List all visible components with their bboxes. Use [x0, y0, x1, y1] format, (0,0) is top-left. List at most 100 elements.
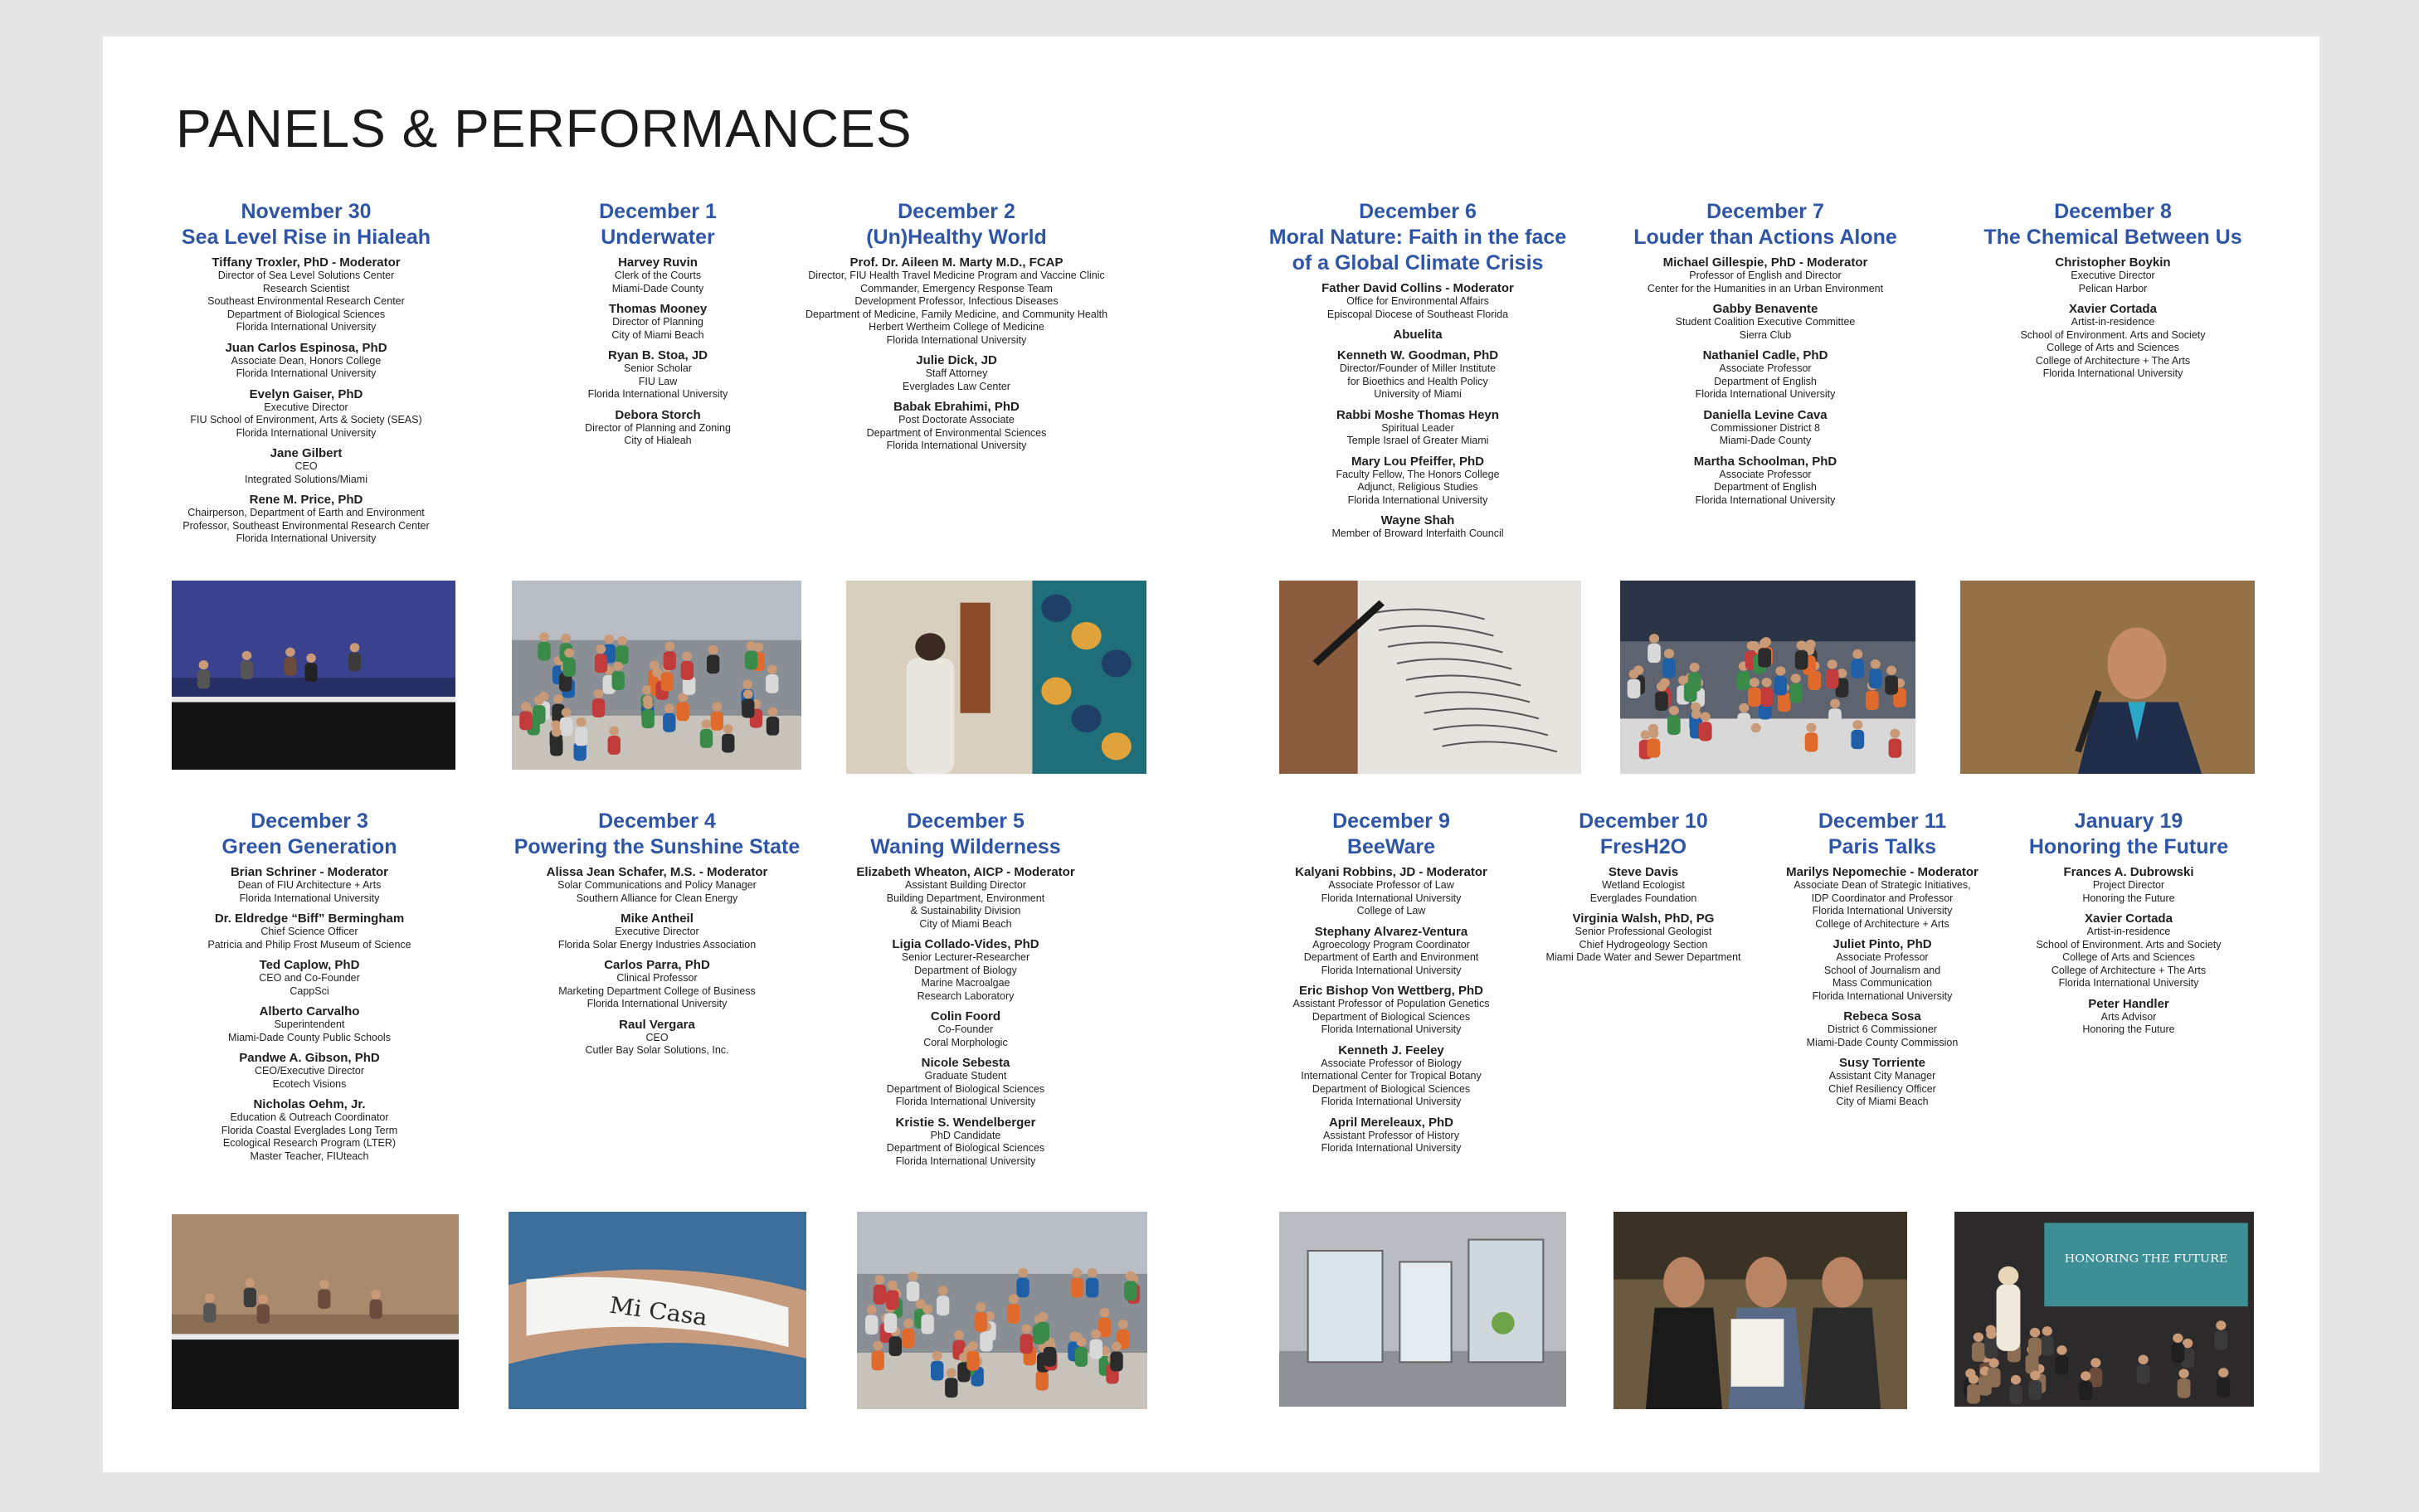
speaker-affiliation: Florida International University	[1695, 493, 1836, 506]
speaker: Prof. Dr. Aileen M. Marty M.D., FCAP Dire…	[806, 255, 1107, 347]
speaker-affiliation: FIU Law	[638, 375, 678, 387]
page: PANELS & PERFORMANCES November 30 Sea Lev…	[103, 36, 2319, 1472]
speaker-affiliation: Florida International University	[1321, 1142, 1462, 1154]
event-date: December 9	[1332, 809, 1450, 833]
speaker-affiliation: Clinical Professor	[616, 972, 698, 984]
speaker: Father David Collins - Moderator Office f…	[1269, 281, 1566, 321]
speaker-affiliation: Professor of English and Director	[1689, 270, 1842, 281]
speaker-name: Martha Schoolman, PhD	[1693, 454, 1837, 469]
speaker-affiliation: Director of Planning and Zoning	[585, 421, 731, 434]
speaker-affiliation: Executive Director	[615, 926, 699, 937]
speaker-name: Mary Lou Pfeiffer, PhD	[1351, 454, 1485, 469]
speaker-affiliation: Artist-in-residence	[2086, 926, 2171, 937]
speaker-affiliation: Assistant Building Director	[905, 879, 1026, 891]
speaker-name: Rebeca Sosa	[1843, 1009, 1921, 1023]
speaker: Martha Schoolman, PhD Associate Professor…	[1633, 455, 1897, 508]
presentation-screen-photo: HONORING THE FUTURE	[1954, 1212, 2254, 1407]
speaker-affiliation: Assistant Professor of History	[1323, 1129, 1459, 1141]
event-4: December 7 Louder than Actions Alone Micha…	[1633, 199, 1897, 507]
speaker-affiliation: Faculty Fellow, The Honors College	[1336, 468, 1500, 480]
speaker-affiliation: City of Miami Beach	[1836, 1096, 1929, 1107]
speaker-affiliation: Ecological Research Program (LTER)	[222, 1137, 397, 1149]
speaker-name: Alissa Jean Schafer, M.S. - Moderator	[546, 865, 768, 879]
speaker-name: Evelyn Gaiser, PhD	[249, 387, 363, 401]
speaker-affiliation: Member of Broward Interfaith Council	[1331, 527, 1504, 539]
speaker-affiliation: Florida International University	[236, 321, 377, 333]
event-10: December 10 FresH2O Steve Davis Wetland Eco…	[1545, 809, 1740, 965]
speaker-affiliation: Senior Scholar	[624, 362, 692, 374]
speaker-affiliation: City of Miami Beach	[611, 328, 704, 341]
speaker-affiliation: Marine Macroalgae	[921, 977, 1010, 989]
speaker-list: Prof. Dr. Aileen M. Marty M.D., FCAP Dire…	[806, 255, 1107, 453]
speaker: Frances A. Dubrowski Project Director Hono…	[2029, 865, 2228, 905]
speaker-name: Julie Dick, JD	[916, 353, 997, 367]
speaker-affiliation: Arts Advisor	[2100, 1010, 2157, 1023]
speaker-affiliation: Florida International University	[587, 388, 728, 400]
speaker-affiliation: Spiritual Leader	[1381, 421, 1454, 434]
lab-display-photo	[1279, 1212, 1566, 1407]
speaker-affiliation: Senior Professional Geologist	[1575, 926, 1712, 937]
speaker: Peter Handler Arts Advisor Honoring the Fu…	[2029, 997, 2228, 1037]
speaker: Xavier Cortada Artist-in-residence School …	[1983, 302, 2241, 381]
event-date: December 8	[2054, 200, 2172, 223]
panel-discussion-icon	[172, 581, 455, 770]
speaker-affiliation: Honoring the Future	[2082, 1023, 2175, 1035]
speaker: Virginia Walsh, PhD, PG Senior Profession…	[1545, 912, 1740, 965]
event-title: Louder than Actions Alone	[1633, 226, 1897, 249]
speaker: Dr. Eldredge “Biff” Bermingham Chief Scie…	[207, 912, 411, 951]
group-stairs-photo	[512, 581, 801, 770]
handwriting-photo	[1279, 581, 1581, 774]
speaker-affiliation: Artist-in-residence	[2071, 316, 2155, 328]
speaker-list: Christopher Boykin Executive Director Peli…	[1983, 255, 2241, 381]
wristband-icon: Mi Casa	[509, 1212, 806, 1409]
speaker: Debora Storch Director of Planning and Zo…	[585, 408, 731, 448]
event-date: December 2	[898, 200, 1015, 223]
speaker-icon	[1960, 581, 2255, 774]
speaker-affiliation: Coral Morphologic	[923, 1036, 1008, 1048]
speaker-name: Father David Collins - Moderator	[1321, 281, 1514, 295]
speaker-name: Brian Schriner - Moderator	[230, 865, 389, 879]
speaker-name: Christopher Boykin	[2055, 255, 2171, 270]
speaker: Nicholas Oehm, Jr. Education & Outreach C…	[207, 1097, 411, 1163]
speaker-name: Thomas Mooney	[608, 302, 708, 316]
speaker-affiliation: Senior Lecturer-Researcher	[901, 951, 1030, 963]
speaker-affiliation: Education & Outreach Coordinator	[230, 1111, 389, 1123]
speaker-affiliation: Co-Founder	[937, 1023, 994, 1035]
speaker-affiliation: IDP Coordinator and Professor	[1811, 892, 1954, 904]
speaker-name: Raul Vergara	[619, 1017, 695, 1032]
speaker: Pandwe A. Gibson, PhD CEO/Executive Direc…	[207, 1051, 411, 1091]
speaker-name: Nicole Sebesta	[921, 1056, 1010, 1070]
speaker-affiliation: Commander, Emergency Response Team	[860, 282, 1053, 294]
speaker-name: Marilys Nepomechie - Moderator	[1786, 865, 1979, 879]
speaker-affiliation: Adjunct, Religious Studies	[1357, 481, 1478, 493]
artwork-icon	[846, 581, 1146, 774]
speaker-affiliation: Florida International University	[1321, 964, 1462, 976]
speaker: Michael Gillespie, PhD - Moderator Profes…	[1633, 255, 1897, 295]
speaker-affiliation: Cutler Bay Solar Solutions, Inc.	[585, 1044, 729, 1056]
speaker-affiliation: Pelican Harbor	[2078, 282, 2148, 294]
atrium-crowd-photo	[857, 1212, 1147, 1409]
speaker-affiliation: Herbert Wertheim College of Medicine	[869, 321, 1044, 333]
speaker-list: Father David Collins - Moderator Office f…	[1269, 281, 1566, 541]
speaker-name: Prof. Dr. Aileen M. Marty M.D., FCAP	[849, 255, 1063, 270]
speaker-name: Pandwe A. Gibson, PhD	[239, 1051, 380, 1065]
speaker-affiliation: Executive Director	[2071, 270, 2155, 281]
speaker-list: Brian Schriner - Moderator Dean of FIU Ar…	[207, 865, 411, 1163]
award-certificate-photo	[1613, 1212, 1907, 1409]
event-title: Waning Wilderness	[870, 835, 1061, 858]
speaker: Brian Schriner - Moderator Dean of FIU Ar…	[207, 865, 411, 905]
speaker: Nicole Sebesta Graduate Student Department…	[856, 1056, 1074, 1109]
speaker-name: Alberto Carvalho	[259, 1004, 360, 1019]
speaker-list: Frances A. Dubrowski Project Director Hono…	[2029, 865, 2228, 1037]
speaker: Eric Bishop Von Wettberg, PhD Assistant P…	[1293, 984, 1490, 1037]
speaker: Ted Caplow, PhD CEO and Co-Founder CappSci	[207, 958, 411, 998]
speaker: Marilys Nepomechie - Moderator Associate …	[1786, 865, 1979, 931]
event-title: The Chemical Between Us	[1983, 226, 2242, 249]
speaker-affiliation: College of Architecture + The Arts	[2051, 964, 2207, 976]
event-date: January 19	[2074, 809, 2183, 833]
exhibit-icon	[1279, 1212, 1566, 1407]
speaker-affiliation: Assistant Professor of Population Geneti…	[1292, 998, 1490, 1009]
event-12: January 19 Honoring the Future Frances A. …	[2029, 809, 2228, 1037]
speaker-name: Jane Gilbert	[270, 446, 343, 460]
speaker-affiliation: FIU School of Environment, Arts & Societ…	[190, 414, 422, 425]
